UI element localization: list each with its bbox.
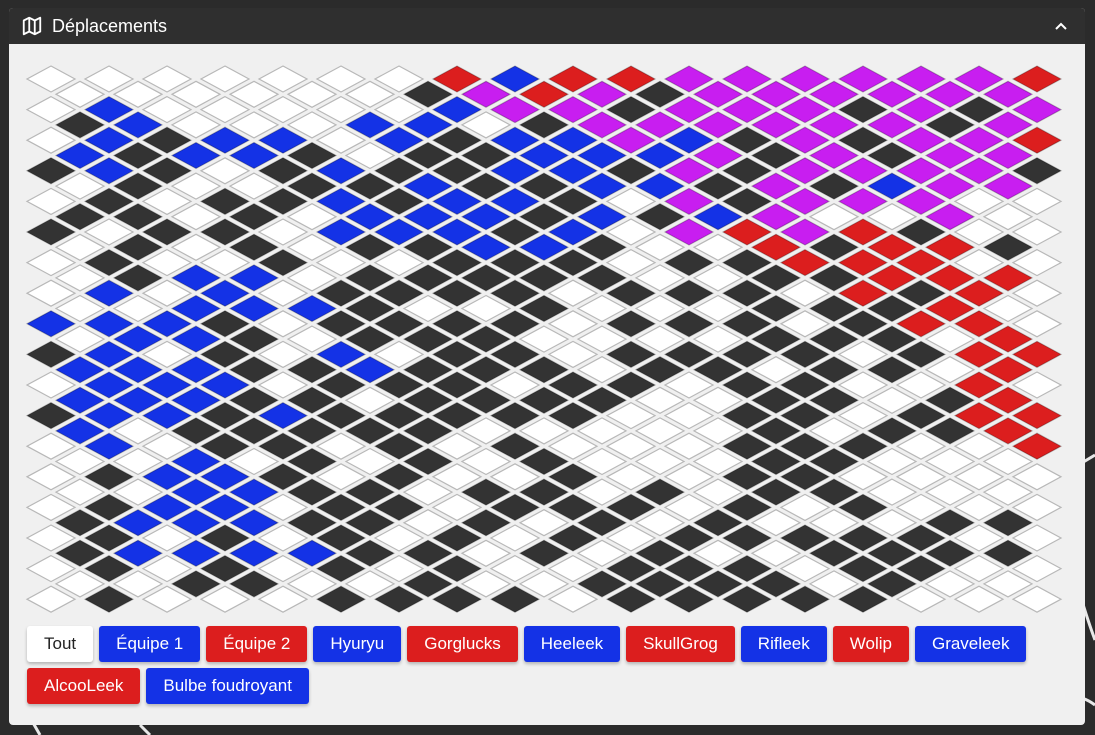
- chevron-up-icon[interactable]: [1049, 14, 1073, 38]
- panel-header[interactable]: Déplacements: [9, 8, 1085, 44]
- filter-button[interactable]: Graveleek: [914, 626, 1027, 662]
- map-icon: [21, 15, 43, 37]
- filter-button[interactable]: Équipe 2: [206, 626, 308, 662]
- filter-button[interactable]: Hyuryu: [313, 626, 402, 662]
- filter-button[interactable]: Bulbe foudroyant: [146, 668, 309, 704]
- filter-buttons: Tout Équipe 1 Équipe 2 Hyuryu Gorglucks Heele…: [27, 626, 1077, 704]
- movements-panel: Déplacements Tout Équipe 1 Équipe 2 Hyuryu G…: [9, 8, 1085, 725]
- filter-button[interactable]: AlcooLeek: [27, 668, 141, 704]
- filter-button[interactable]: Équipe 1: [99, 626, 201, 662]
- filter-button[interactable]: SkullGrog: [626, 626, 735, 662]
- map-area: [9, 44, 1085, 619]
- filter-button[interactable]: Wolip: [832, 626, 909, 662]
- filter-button[interactable]: Tout: [27, 626, 94, 662]
- filter-button[interactable]: Rifleek: [740, 626, 827, 662]
- filter-button[interactable]: Heeleek: [523, 626, 621, 662]
- movement-map: [25, 65, 1063, 613]
- filter-button[interactable]: Gorglucks: [407, 626, 518, 662]
- panel-title: Déplacements: [52, 15, 168, 36]
